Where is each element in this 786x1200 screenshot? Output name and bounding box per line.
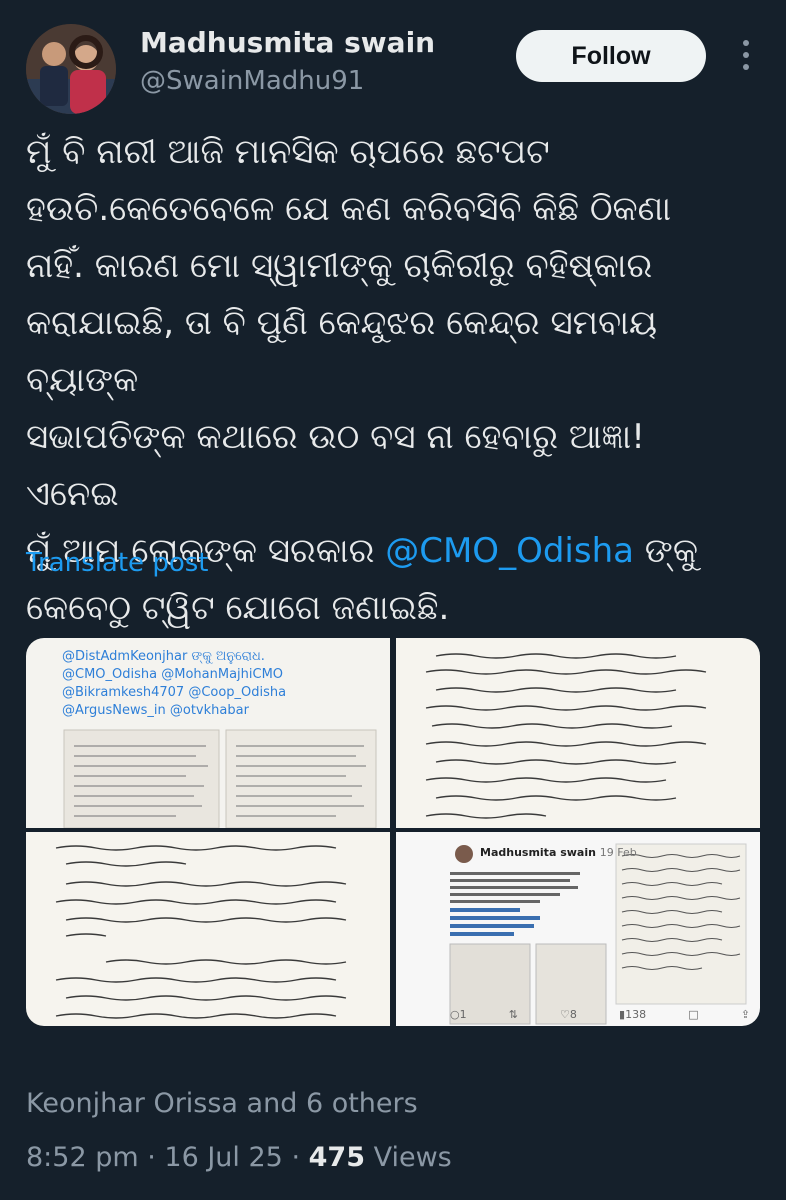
like-icon: ♡8 <box>560 1008 577 1021</box>
media-image-3[interactable] <box>26 832 390 1026</box>
follow-button[interactable]: Follow <box>516 30 706 82</box>
more-options-icon[interactable] <box>734 40 758 70</box>
handwritten-letter-thumbnail <box>425 653 707 819</box>
reply-icon: ○1 <box>450 1008 467 1021</box>
author-handle[interactable]: @SwainMadhu91 <box>140 66 364 96</box>
location-line[interactable]: Keonjhar Orissa and 6 others <box>26 1088 418 1119</box>
document-thumbnails <box>63 729 377 828</box>
tweet-time[interactable]: 8:52 pm <box>26 1142 139 1173</box>
tweet-meta: 8:52 pm · 16 Jul 25 · 475 Views <box>26 1142 452 1173</box>
bookmark-icon: □ <box>688 1008 699 1021</box>
tweet-date[interactable]: 16 Jul 25 <box>164 1142 282 1173</box>
embedded-author: Madhusmita swain 19 Feb <box>480 846 637 859</box>
avatar-photo <box>26 24 116 114</box>
meta-separator: · <box>282 1142 309 1173</box>
reply-count: 1 <box>459 1008 467 1021</box>
media-image-2[interactable] <box>396 638 760 828</box>
tweet-header: Madhusmita swain @SwainMadhu91 Follow <box>0 0 786 120</box>
tweet-screenshot-thumbnail <box>449 843 747 1025</box>
embedded-action-bar: ○1 ⇅ ♡8 ▮138 □ ⇪ <box>450 1008 750 1021</box>
retweet-icon: ⇅ <box>508 1008 518 1021</box>
embedded-author-name: Madhusmita swain <box>480 846 596 859</box>
handwritten-letter-thumbnail <box>55 845 347 1019</box>
media-image-4[interactable]: Madhusmita swain 19 Feb ○1 ⇅ ♡8 ▮138 □ ⇪ <box>396 832 760 1026</box>
translate-post-link[interactable]: Translate post <box>26 548 208 578</box>
like-count: 8 <box>569 1008 577 1021</box>
views-icon: ▮138 <box>619 1008 647 1021</box>
media-grid: @DistAdmKeonjhar ଙ୍କୁ ଅନୁରୋଧ. @CMO_Odish… <box>26 638 760 1026</box>
mention-link[interactable]: @CMO_Odisha <box>385 531 634 571</box>
views-label: Views <box>365 1142 452 1173</box>
share-icon: ⇪ <box>740 1008 750 1021</box>
media-image-1[interactable]: @DistAdmKeonjhar ଙ୍କୁ ଅନୁରୋଧ. @CMO_Odish… <box>26 638 390 828</box>
views-number: 475 <box>308 1142 365 1173</box>
embedded-date: 19 Feb <box>599 846 637 859</box>
author-name[interactable]: Madhusmita swain <box>140 26 435 59</box>
author-avatar[interactable] <box>26 24 116 114</box>
views-count: 138 <box>625 1008 647 1021</box>
tweet-text-part1: ମୁଁ ବି ନାରୀ ଆଜି ମାନସିକ ଚାପରେ ଛଟପଟ ହଉଚି.କ… <box>26 132 672 571</box>
meta-separator: · <box>138 1142 165 1173</box>
